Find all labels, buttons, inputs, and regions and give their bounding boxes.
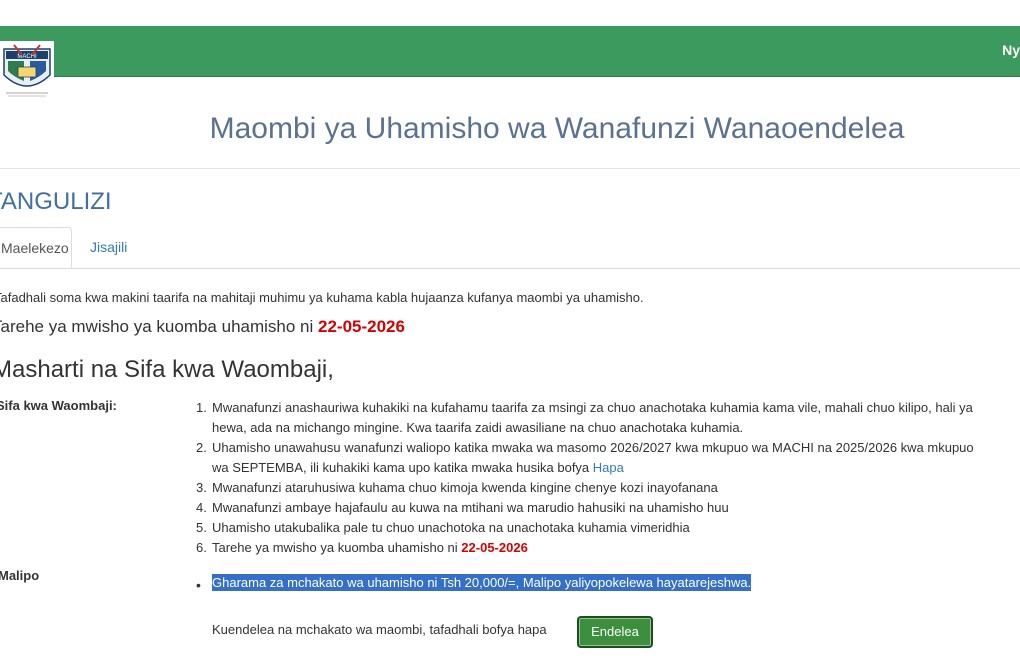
tab-maelekezo[interactable]: Maelekezo bbox=[0, 227, 72, 268]
list-item: 4. Mwanafunzi ambaye hajafaulu au kuwa n… bbox=[196, 498, 1020, 518]
payment-label: Malipo bbox=[0, 568, 40, 583]
list-item: 6. Tarehe ya mwisho ya kuomba uhamisho n… bbox=[196, 538, 1020, 558]
bullet-icon: • bbox=[196, 577, 201, 593]
title-divider bbox=[0, 168, 1020, 169]
item-text-with-date: Tarehe ya mwisho ya kuomba uhamisho ni 2… bbox=[212, 538, 1020, 558]
item-text: Uhamisho utakubalika pale tu chuo unacho… bbox=[212, 520, 690, 535]
conditions-title: Masharti na Sifa kwa Waombaji, bbox=[0, 356, 334, 383]
item-deadline-date: 22-05-2026 bbox=[461, 540, 528, 555]
eligibility-label: Sifa kwa Waombaji: bbox=[0, 398, 117, 413]
deadline-label: Tarehe ya mwisho ya kuomba uhamisho ni bbox=[0, 317, 318, 336]
logo-lettering: MACHI bbox=[17, 54, 37, 60]
deadline-date: 22-05-2026 bbox=[318, 317, 405, 336]
fee-note: Gharama za mchakato wa uhamisho ni Tsh 2… bbox=[212, 574, 752, 591]
section-title: TANGULIZI bbox=[0, 188, 112, 215]
item-number: 2. bbox=[196, 440, 207, 455]
item-text: Mwanafunzi anashauriwa kuhakiki na kufah… bbox=[212, 400, 973, 415]
list-item: 5. Uhamisho utakubalika pale tu chuo una… bbox=[196, 518, 1020, 538]
item-text: Mwanafunzi ambaye hajafaulu au kuwa na m… bbox=[212, 500, 729, 515]
intro-text: Tafadhali soma kwa makini taarifa na mah… bbox=[0, 290, 644, 305]
item-number: 6. bbox=[196, 540, 207, 555]
deadline-text: Tarehe ya mwisho ya kuomba uhamisho ni 2… bbox=[0, 317, 405, 337]
endelea-button[interactable]: Endelea bbox=[577, 616, 653, 648]
list-item: 3. Mwanafunzi ataruhusiwa kuhama chuo ki… bbox=[196, 478, 1020, 498]
item-text-with-link: wa SEPTEMBA, ili kuhakiki kama upo katik… bbox=[212, 458, 1020, 478]
item-text: hewa, ada na michango mingine. Kwa taari… bbox=[212, 420, 744, 435]
requirements-list: 1. Mwanafunzi anashauriwa kuhakiki na ku… bbox=[196, 398, 1020, 558]
item-text: wa SEPTEMBA, ili kuhakiki kama upo katik… bbox=[212, 460, 593, 475]
item-number: 1. bbox=[196, 400, 207, 415]
page-title: Maombi ya Uhamisho wa Wanafunzi Wanaoend… bbox=[209, 112, 905, 145]
tab-jisajili[interactable]: Jisajili bbox=[75, 227, 142, 267]
item-number: 3. bbox=[196, 480, 207, 495]
crest-icon: MACHI bbox=[3, 44, 51, 97]
top-navbar: Ny bbox=[0, 26, 1020, 77]
hapa-link[interactable]: Hapa bbox=[593, 460, 624, 475]
list-item: 2. Uhamisho unawahusu wanafunzi waliopo … bbox=[196, 438, 1020, 478]
tab-bar: Maelekezo Jisajili bbox=[0, 227, 1020, 269]
item-number: 5. bbox=[196, 520, 207, 535]
continue-text: Kuendelea na mchakato wa maombi, tafadha… bbox=[212, 622, 547, 637]
list-item: 1. Mwanafunzi anashauriwa kuhakiki na ku… bbox=[196, 398, 1020, 438]
nav-right-link[interactable]: Ny bbox=[1002, 42, 1020, 58]
item-text: Mwanafunzi ataruhusiwa kuhama chuo kimoj… bbox=[212, 480, 718, 495]
item-number: 4. bbox=[196, 500, 207, 515]
item-text: Tarehe ya mwisho ya kuomba uhamisho ni bbox=[212, 540, 462, 555]
institution-logo[interactable]: MACHI bbox=[0, 41, 54, 101]
item-text: Uhamisho unawahusu wanafunzi waliopo kat… bbox=[212, 440, 974, 455]
